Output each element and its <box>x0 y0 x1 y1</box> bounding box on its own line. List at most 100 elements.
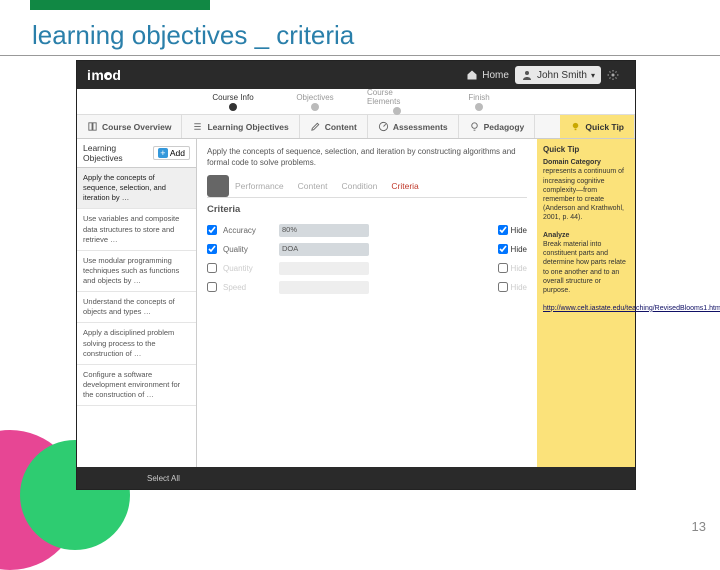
subtab-criteria[interactable]: Criteria <box>391 181 418 191</box>
tab-content[interactable]: Content <box>300 115 368 138</box>
sidebar-title: Learning Objectives <box>83 143 153 163</box>
sidebar-header: Learning Objectives + Add <box>77 139 196 168</box>
hide-checkbox[interactable] <box>498 244 508 254</box>
step-finish[interactable]: Finish <box>449 93 509 111</box>
user-icon <box>521 69 533 81</box>
panel-heading: Criteria <box>207 204 527 215</box>
tab-course-overview[interactable]: Course Overview <box>77 115 182 138</box>
tab-label: Quick Tip <box>585 122 624 132</box>
select-all-link[interactable]: Select All <box>147 474 180 483</box>
tip-heading: Quick Tip <box>543 145 629 155</box>
gear-icon <box>607 69 619 81</box>
criteria-quantity-hide[interactable]: Hide <box>498 263 527 273</box>
criteria-accuracy-field[interactable]: 80% <box>279 224 369 237</box>
progress-steps: Course Info Objectives Course Elements F… <box>77 89 635 115</box>
tip-link[interactable]: http://www.celt.iastate.edu/teaching/Rev… <box>543 305 720 312</box>
hide-checkbox[interactable] <box>498 282 508 292</box>
step-dot-icon <box>393 107 401 115</box>
work-area: Learning Objectives + Add Apply the conc… <box>77 139 635 467</box>
criteria-quality-checkbox[interactable] <box>207 244 217 254</box>
objective-item[interactable]: Apply a disciplined problem solving proc… <box>77 323 196 364</box>
criteria-quality-hide[interactable]: Hide <box>498 244 527 254</box>
objective-item[interactable]: Use modular programming techniques such … <box>77 251 196 292</box>
step-objectives[interactable]: Objectives <box>285 93 345 111</box>
tab-label: Pedagogy <box>484 122 525 132</box>
tab-label: Course Overview <box>102 122 171 132</box>
nav-user[interactable]: John Smith ▾ <box>515 66 601 84</box>
step-dot-icon <box>311 103 319 111</box>
tab-bar: Course Overview Learning Objectives Cont… <box>77 115 635 139</box>
tab-label: Learning Objectives <box>207 122 288 132</box>
hide-label: Hide <box>511 245 527 254</box>
criteria-row-quality: Quality DOA Hide <box>207 240 527 259</box>
home-icon <box>466 69 478 81</box>
app-logo: imd <box>87 67 121 83</box>
criteria-speed-field[interactable] <box>279 281 369 294</box>
top-nav: imd Home John Smith ▾ <box>77 61 635 89</box>
criteria-quantity-field[interactable] <box>279 262 369 275</box>
objectives-sidebar: Learning Objectives + Add Apply the conc… <box>77 139 197 467</box>
criteria-row-quantity: Quantity Hide <box>207 259 527 278</box>
tab-quick-tip[interactable]: Quick Tip <box>560 115 635 138</box>
tip-section-title: Domain Category <box>543 159 601 166</box>
page-number: 13 <box>692 519 706 534</box>
hide-checkbox[interactable] <box>498 263 508 273</box>
criteria-accuracy-hide[interactable]: Hide <box>498 225 527 235</box>
step-label: Finish <box>468 93 489 102</box>
main-panel: Apply the concepts of sequence, selectio… <box>197 139 537 467</box>
add-label: Add <box>170 148 185 158</box>
add-objective-button[interactable]: + Add <box>153 146 190 160</box>
subtab-performance[interactable]: Performance <box>235 181 284 191</box>
tab-label: Content <box>325 122 357 132</box>
criteria-row-accuracy: Accuracy 80% Hide <box>207 221 527 240</box>
criteria-label: Quality <box>223 245 273 254</box>
nav-user-name: John Smith <box>537 70 587 81</box>
tab-pedagogy[interactable]: Pedagogy <box>459 115 536 138</box>
lightbulb-icon <box>469 121 480 132</box>
logo-prefix: im <box>87 67 104 83</box>
objective-item[interactable]: Understand the concepts of objects and t… <box>77 292 196 323</box>
quick-tip-panel: Quick Tip Domain Category represents a c… <box>537 139 635 467</box>
nav-home[interactable]: Home <box>460 66 515 84</box>
hide-checkbox[interactable] <box>498 225 508 235</box>
tab-label: Assessments <box>393 122 448 132</box>
bulb-icon <box>570 121 581 132</box>
objective-item[interactable]: Use variables and composite data structu… <box>77 209 196 250</box>
tip-section-body: represents a continuum of increasing cog… <box>543 168 624 220</box>
subtab-condition[interactable]: Condition <box>341 181 377 191</box>
criteria-row-speed: Speed Hide <box>207 278 527 297</box>
criteria-quality-field[interactable]: DOA <box>279 243 369 256</box>
logo-suffix: d <box>112 67 121 83</box>
chevron-down-icon: ▾ <box>591 71 595 80</box>
tip-section-body: Break material into constituent parts an… <box>543 241 626 293</box>
criteria-accuracy-checkbox[interactable] <box>207 225 217 235</box>
tab-assessments[interactable]: Assessments <box>368 115 459 138</box>
slide-title: learning objectives _ criteria <box>32 20 354 51</box>
criteria-speed-checkbox[interactable] <box>207 282 217 292</box>
nav-home-label: Home <box>482 70 509 81</box>
step-course-info[interactable]: Course Info <box>203 93 263 111</box>
objective-item[interactable]: Configure a software development environ… <box>77 365 196 406</box>
book-icon <box>87 121 98 132</box>
nav-settings[interactable] <box>601 66 625 84</box>
hide-label: Hide <box>511 226 527 235</box>
step-course-elements[interactable]: Course Elements <box>367 88 427 115</box>
tab-learning-objectives[interactable]: Learning Objectives <box>182 115 299 138</box>
criteria-quantity-checkbox[interactable] <box>207 263 217 273</box>
step-dot-icon <box>229 103 237 111</box>
hide-label: Hide <box>511 264 527 273</box>
gauge-icon <box>378 121 389 132</box>
objective-full-text: Apply the concepts of sequence, selectio… <box>207 147 527 169</box>
criteria-label: Quantity <box>223 264 273 273</box>
objective-item[interactable]: Apply the concepts of sequence, selectio… <box>77 168 196 209</box>
step-label: Course Elements <box>367 88 427 106</box>
subtab-content[interactable]: Content <box>298 181 328 191</box>
slide-underline <box>0 55 720 56</box>
hide-label: Hide <box>511 283 527 292</box>
slide-accent-bar <box>30 0 210 10</box>
criteria-speed-hide[interactable]: Hide <box>498 282 527 292</box>
subtab-row: Performance Content Condition Criteria <box>207 177 527 198</box>
criteria-label: Accuracy <box>223 226 273 235</box>
criteria-label: Speed <box>223 283 273 292</box>
plus-icon: + <box>158 148 168 158</box>
